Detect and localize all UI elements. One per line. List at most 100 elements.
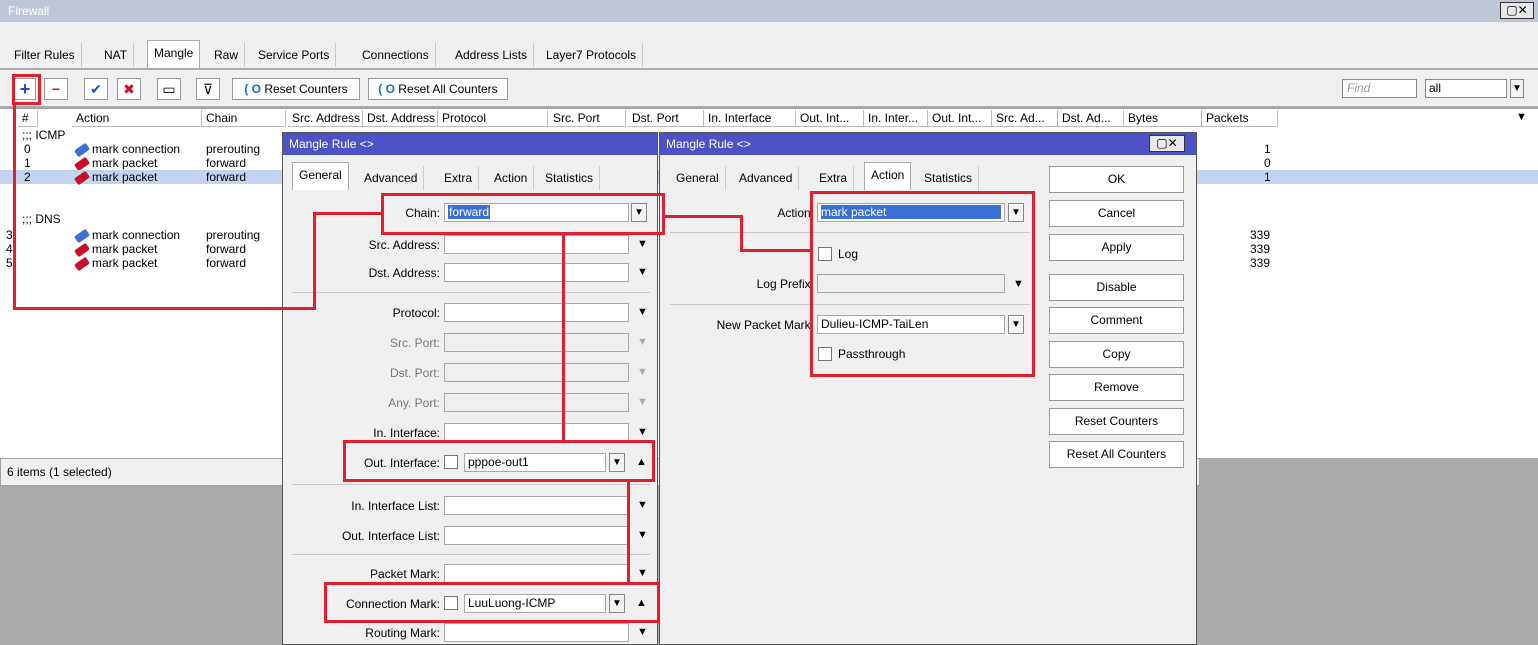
disable-rule-button[interactable]: Disable [1049,274,1184,301]
tab-service-ports[interactable]: Service Ports [252,43,337,67]
chevron-down-icon[interactable]: ▼ [637,499,648,511]
window-title: Firewall [0,0,1538,22]
tab-address-lists[interactable]: Address Lists [449,43,535,67]
chevron-down-icon[interactable]: ▼ [637,426,648,438]
row-action-label: mark packet [92,256,158,270]
src-port-field[interactable] [444,333,629,352]
row-packets: 339 [1250,256,1271,270]
row-num: 0 [24,142,31,156]
chevron-down-icon[interactable]: ▼ [637,238,648,250]
tab-statistics[interactable]: Statistics [539,166,601,190]
chevron-down-icon[interactable]: ▼ [1516,111,1527,123]
new-packet-mark-label: New Packet Mark: [716,318,814,332]
tab-general[interactable]: General [292,162,349,190]
row-action: mark connection [73,228,180,244]
col-header-dst-port[interactable]: Dst. Port [628,110,704,127]
row-chain: prerouting [206,142,261,156]
row-packets: 1 [1264,170,1271,184]
tab-advanced[interactable]: Advanced [358,166,425,190]
enable-button[interactable]: ✔ [84,78,108,100]
col-header-src-address[interactable]: Src. Address [288,110,363,127]
apply-button[interactable]: Apply [1049,234,1184,261]
routing-mark-field[interactable] [444,623,629,642]
copy-button[interactable]: Copy [1049,341,1184,368]
filter-select[interactable]: all [1425,79,1507,98]
dst-address-field[interactable] [444,263,629,282]
chevron-down-icon[interactable]: ▼ [1510,79,1524,98]
in-interface-list-field[interactable] [444,496,629,515]
packet-mark-label: Packet Mark: [369,567,440,581]
in-interface-label: In. Interface: [373,426,440,440]
chevron-down-icon[interactable]: ▼ [637,266,648,278]
row-action-label: mark packet [92,170,158,184]
row-chain: forward [206,242,247,256]
comment-button[interactable]: ▭ [157,78,181,100]
chevron-down-icon[interactable]: ▼ [637,529,648,541]
chevron-down-icon[interactable]: ▼ [637,336,648,348]
col-header-packets[interactable]: Packets [1202,110,1278,127]
toolbar [0,70,1538,106]
tab-advanced[interactable]: Advanced [733,166,800,190]
ok-button[interactable]: OK [1049,166,1184,193]
annotation-line [562,233,565,443]
dst-port-field[interactable] [444,363,629,382]
protocol-field[interactable] [444,303,629,322]
chevron-down-icon[interactable]: ▼ [637,306,648,318]
col-header-src-port[interactable]: Src. Port [549,110,626,127]
tab-general[interactable]: General [670,166,726,190]
chevron-down-icon[interactable]: ▼ [637,567,648,579]
disable-button[interactable]: ✖ [117,78,141,100]
in-interface-list-label: In. Interface List: [351,499,440,513]
col-header-action[interactable]: Action [72,110,202,127]
remove-rule-button[interactable]: Remove [1049,374,1184,401]
packet-mark-field[interactable] [444,564,629,583]
tab-connections[interactable]: Connections [356,43,436,67]
tab-action[interactable]: Action [488,166,535,190]
src-address-field[interactable] [444,235,629,254]
tab-nat[interactable]: NAT [98,43,135,67]
tab-action[interactable]: Action [864,162,912,190]
window-controls[interactable]: ▢✕ [1500,2,1534,19]
filter-icon[interactable]: ⊽ [196,78,220,100]
separator [292,292,650,293]
remove-button[interactable]: − [44,78,68,100]
pencil-icon [73,242,91,258]
reset-all-rule-counters-button[interactable]: Reset All Counters [1049,441,1184,468]
col-header-num[interactable]: # [18,110,38,127]
tab-statistics[interactable]: Statistics [918,166,980,190]
col-header-bytes[interactable]: Bytes [1124,110,1202,127]
chevron-down-icon[interactable]: ▼ [637,626,648,638]
tab-extra[interactable]: Extra [813,166,855,190]
tab-mangle[interactable]: Mangle [147,40,201,68]
tab-filter-rules[interactable]: Filter Rules [8,43,82,67]
out-interface-list-field[interactable] [444,526,629,545]
col-header-dst-address[interactable]: Dst. Address [363,110,438,127]
find-input[interactable]: Find [1342,79,1417,98]
col-header-out-interface-list[interactable]: Out. Int... [928,110,992,127]
col-header-protocol[interactable]: Protocol [438,110,548,127]
any-port-field[interactable] [444,393,629,412]
reset-all-counters-button[interactable]: ( O Reset All Counters [368,78,508,100]
tab-raw[interactable]: Raw [208,43,246,67]
dialog-window-controls[interactable]: ▢✕ [1149,135,1185,152]
reset-rule-counters-button[interactable]: Reset Counters [1049,408,1184,435]
tab-layer7-protocols[interactable]: Layer7 Protocols [540,43,644,67]
col-header-out-interface[interactable]: Out. Int... [796,110,864,127]
annotation-line [663,215,743,218]
chevron-down-icon[interactable]: ▼ [637,396,648,408]
reset-counters-button[interactable]: ( O Reset Counters [232,78,360,100]
comment-rule-button[interactable]: Comment [1049,307,1184,334]
col-header-dst-address-list[interactable]: Dst. Ad... [1058,110,1124,127]
row-chain: forward [206,170,247,184]
highlight-box [810,191,1035,377]
col-header-chain[interactable]: Chain [202,110,286,127]
pencil-icon [73,142,91,158]
col-header-src-address-list[interactable]: Src. Ad... [992,110,1058,127]
col-header-in-interface-list[interactable]: In. Inter... [864,110,928,127]
chevron-down-icon[interactable]: ▼ [637,366,648,378]
tab-extra[interactable]: Extra [438,166,480,190]
col-header-in-interface[interactable]: In. Interface [704,110,796,127]
pencil-icon [73,170,91,186]
cancel-button[interactable]: Cancel [1049,200,1184,227]
annotation-line [313,212,383,215]
